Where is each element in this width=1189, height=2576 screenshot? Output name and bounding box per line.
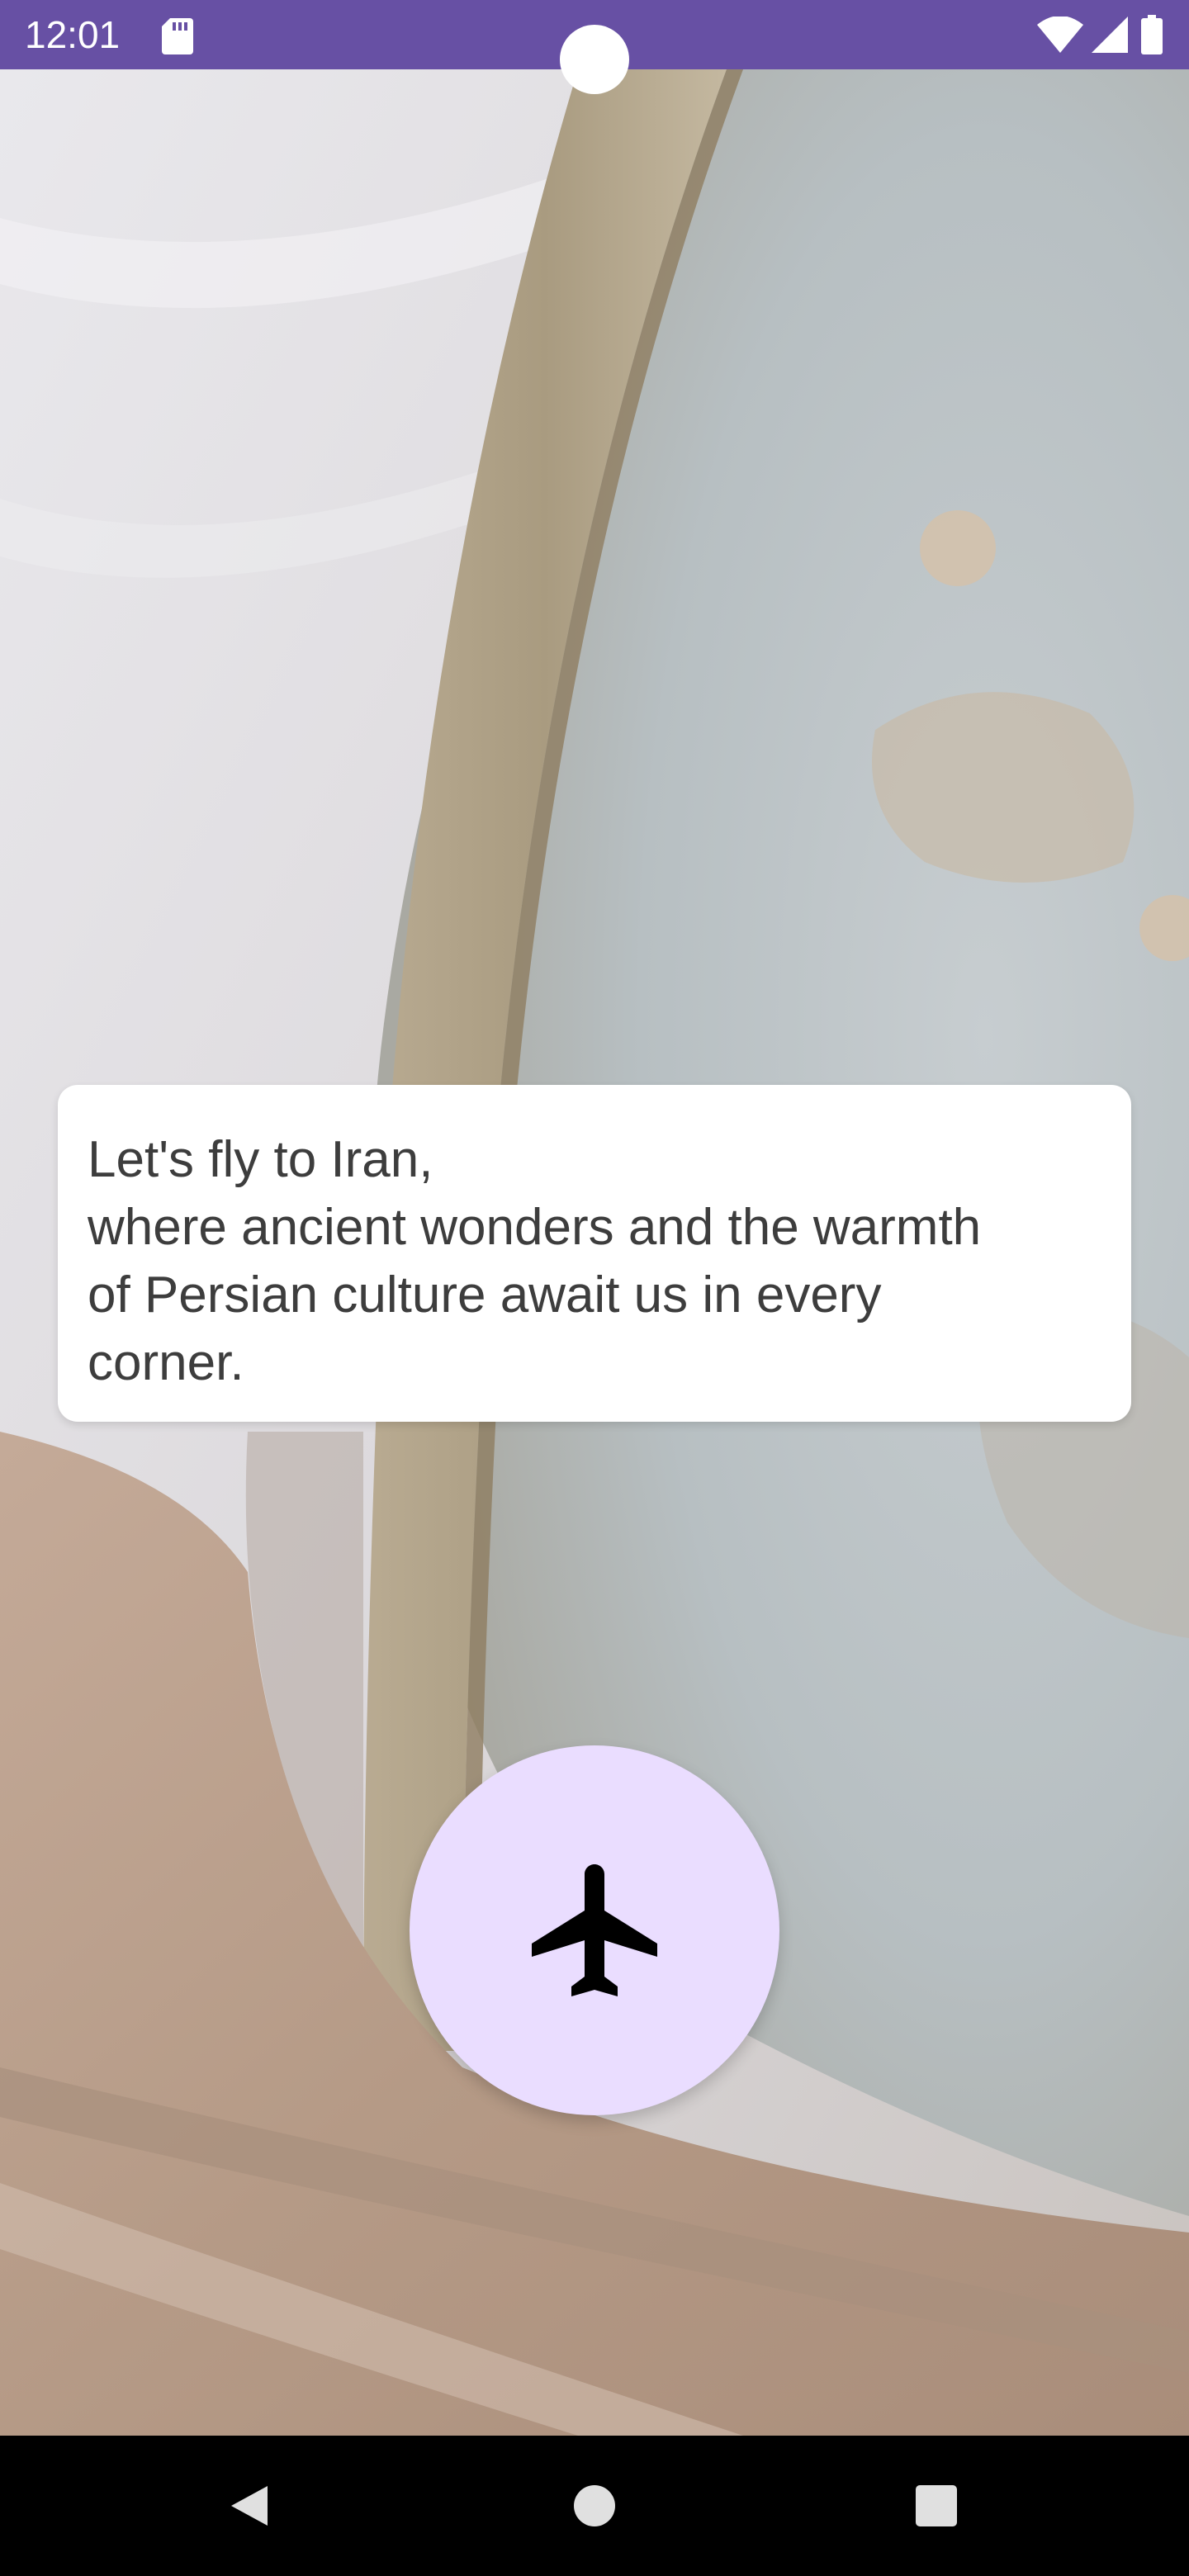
navigation-bar <box>0 2436 1189 2576</box>
cellular-signal-icon <box>1092 17 1128 53</box>
airplane-icon <box>532 1864 657 1996</box>
recents-icon <box>916 2485 957 2526</box>
home-icon <box>574 2485 615 2526</box>
message-line: corner. <box>88 1334 244 1391</box>
fly-button[interactable] <box>410 1745 779 2115</box>
back-button[interactable] <box>183 2436 315 2576</box>
message-line: of Persian culture await us in every <box>88 1267 882 1324</box>
message-text: Let's fly to Iran, where ancient wonders… <box>88 1126 1101 1397</box>
home-button[interactable] <box>528 2436 661 2576</box>
message-line: Let's fly to Iran, <box>88 1131 433 1188</box>
message-card: Let's fly to Iran, where ancient wonders… <box>58 1085 1131 1422</box>
sd-card-icon <box>162 18 193 54</box>
recents-button[interactable] <box>870 2436 1002 2576</box>
wifi-icon <box>1037 17 1083 53</box>
camera-cutout <box>560 25 629 94</box>
message-line: where ancient wonders and the warmth <box>88 1199 982 1256</box>
battery-icon <box>1141 15 1163 54</box>
back-icon <box>231 2486 268 2526</box>
status-time: 12:01 <box>25 13 121 56</box>
